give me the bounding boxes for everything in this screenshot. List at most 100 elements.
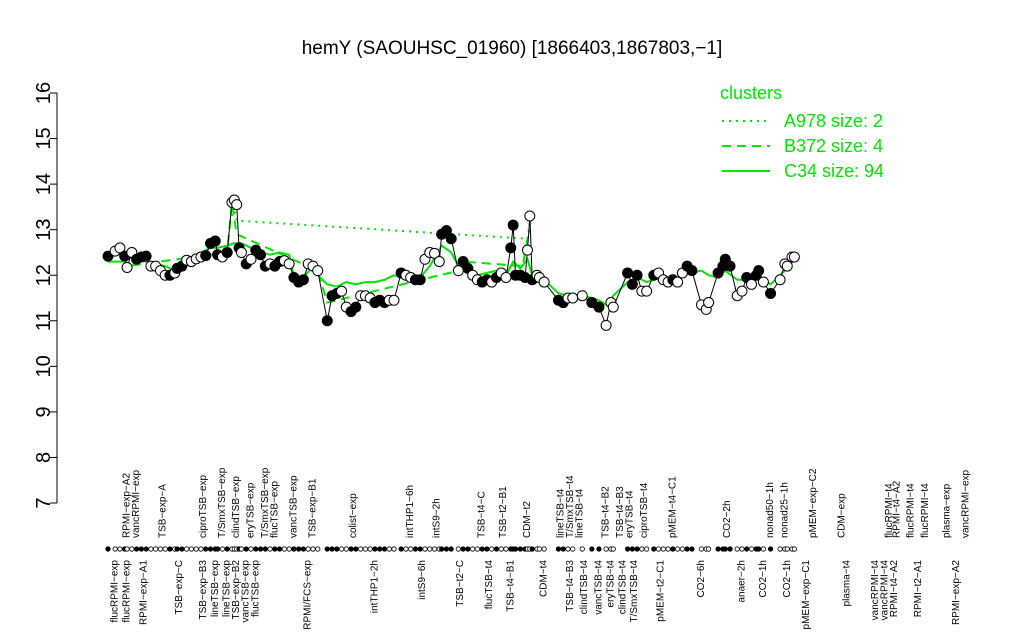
rug-dot	[219, 546, 225, 552]
rug-dot	[756, 546, 762, 552]
legend: clusters A978 size: 2 B372 size: 4 C34 siz…	[720, 83, 884, 181]
rug-dot	[386, 546, 392, 552]
rug-dot	[665, 546, 671, 552]
x-tick-label: RPMI−exp−A2	[951, 560, 962, 625]
data-point-open	[121, 261, 133, 273]
rug-dot	[744, 546, 750, 552]
x-tick-label: CO2−1h	[782, 560, 793, 598]
data-point-filled	[753, 265, 765, 277]
rug-dot	[248, 546, 254, 552]
rug-dot	[296, 546, 302, 552]
cluster-lines	[108, 202, 796, 307]
rug-dot	[439, 546, 445, 552]
y-tick-label: 15	[33, 127, 55, 149]
y-tick-label: 16	[33, 82, 55, 104]
rug-dot	[727, 546, 733, 552]
rug-dot	[408, 546, 414, 552]
rug-dot	[215, 546, 221, 552]
y-tick-label: 13	[33, 219, 55, 241]
legend-label: A978 size: 2	[784, 111, 883, 131]
rug-dot	[570, 546, 576, 552]
rug-dot	[596, 546, 602, 552]
rug-dot	[610, 546, 616, 552]
data-point-open	[521, 244, 533, 256]
rug-dot	[310, 546, 316, 552]
data-point-open	[388, 294, 400, 306]
rug-dot	[143, 546, 149, 552]
rug-dot	[272, 546, 278, 552]
rug-dot	[203, 546, 209, 552]
chart-title: hemY (SAOUHSC_01960) [1866403,1867803,−1…	[302, 38, 723, 59]
data-point-open	[433, 256, 445, 268]
rug-dot	[167, 546, 173, 552]
data-point-filled	[507, 219, 519, 231]
rug-dot	[253, 546, 259, 552]
x-tick-label: nonad50−1h	[765, 482, 776, 538]
x-tick-label: eryTSB−exp	[246, 482, 257, 538]
data-point-filled	[209, 235, 221, 247]
x-tick-label: flucTSB−t4	[484, 560, 495, 610]
x-tick-label: intTHP1−2h	[369, 560, 380, 613]
y-tick-label: 12	[33, 264, 55, 286]
rug-dot	[689, 546, 695, 552]
x-tick-label: CDM−t4	[539, 560, 550, 597]
rug-dot	[286, 546, 292, 552]
rug-dot	[760, 546, 767, 552]
x-tick-label: intTHP1−6h	[405, 485, 416, 538]
rug-dot	[484, 546, 490, 552]
rug-dot	[117, 546, 123, 552]
rug-dot	[124, 546, 130, 552]
rug-dot	[675, 546, 681, 552]
rug-dot	[291, 546, 297, 552]
y-tick-label: 7	[33, 497, 55, 508]
rug-dot	[377, 546, 383, 552]
x-tick-label: intS9−6h	[417, 560, 428, 600]
sample-rug	[105, 546, 798, 552]
rug-dot	[338, 546, 345, 552]
rug-dot	[358, 546, 364, 552]
rug-dot	[276, 546, 283, 552]
x-tick-label: RPMI−t2−A1	[913, 560, 924, 618]
rug-dot	[300, 546, 307, 552]
data-point-open	[757, 276, 769, 288]
rug-dot	[129, 546, 135, 552]
data-point-filled	[765, 287, 777, 299]
rug-dot	[367, 546, 373, 552]
y-tick-label: 11	[33, 310, 55, 331]
x-tick-label: lineTSB−t4	[574, 488, 585, 538]
rug-dot	[334, 546, 340, 552]
x-tick-label: clindTSB−t4	[617, 560, 628, 615]
rug-dot	[644, 546, 650, 552]
data-point-open	[524, 210, 536, 222]
data-point-open	[788, 251, 800, 263]
x-tick-label: RPMI/FCS−exp	[303, 560, 314, 630]
x-tick-label: CO2−1h	[758, 560, 769, 598]
data-point-open	[336, 285, 348, 297]
data-point-open	[283, 258, 295, 270]
x-tick-label: CO2−6h	[696, 560, 707, 598]
x-tick-label: CDM−exp	[837, 493, 848, 538]
data-point-open	[231, 199, 243, 211]
rug-dot	[324, 546, 330, 552]
rug-dot	[153, 546, 159, 552]
rug-dot	[267, 546, 273, 552]
data-point-filled	[593, 301, 605, 313]
rug-dot	[722, 546, 728, 552]
rug-dot	[715, 546, 721, 552]
data-point-filled	[505, 242, 517, 254]
rug-dot	[470, 546, 476, 552]
rug-dot	[579, 546, 585, 552]
data-point-filled	[631, 269, 643, 281]
rug-dot	[281, 546, 287, 552]
x-tick-label: nonad25−1h	[779, 482, 790, 538]
x-tick-label: RPMI−t4−A2	[889, 560, 900, 618]
rug-dot	[629, 546, 635, 552]
x-tick-label: TSB−exp−B1	[307, 478, 318, 538]
rug-dot	[348, 546, 354, 552]
x-tick-label: CDM−t2	[522, 501, 533, 538]
rug-dot	[162, 546, 168, 552]
x-tick-label: eryTSB−t4	[605, 560, 616, 608]
rug-dot	[684, 546, 690, 552]
rug-dot	[517, 546, 523, 552]
data-point-filled	[200, 250, 212, 262]
